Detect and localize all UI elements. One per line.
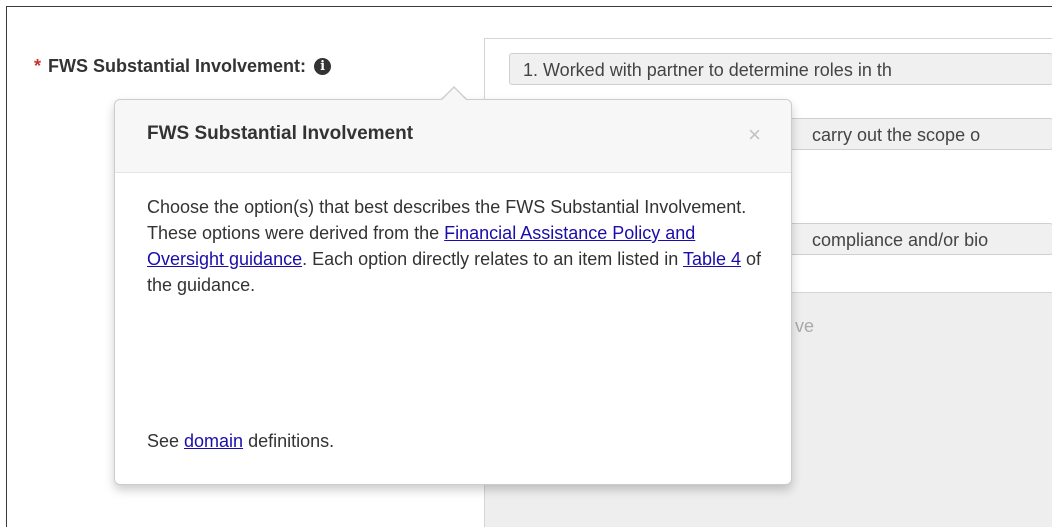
required-asterisk: * — [34, 55, 42, 76]
info-circle-icon[interactable]: i — [314, 57, 332, 75]
popover-footer: See domain definitions. — [147, 431, 334, 452]
popover-footer-text-1: See — [147, 431, 185, 451]
popover-footer-text-2: definitions. — [243, 431, 335, 451]
popover-title: FWS Substantial Involvement — [147, 123, 414, 144]
table-4-link[interactable]: Table 4 — [683, 249, 741, 269]
popover-arrow-inner — [441, 88, 467, 101]
selected-choice-1[interactable]: 1. Worked with partner to determine role… — [509, 53, 1052, 85]
help-popover: FWS Substantial Involvement × Choose the… — [114, 99, 792, 485]
domain-link[interactable]: domain — [184, 431, 243, 451]
close-icon[interactable]: × — [748, 122, 761, 148]
popover-header: FWS Substantial Involvement × — [115, 100, 791, 173]
field-label-substantial-involvement: * FWS Substantial Involvement: i — [34, 54, 332, 78]
select-search-placeholder[interactable]: ve — [795, 316, 814, 337]
popover-body: Choose the option(s) that best describes… — [147, 194, 767, 298]
field-label-text: FWS Substantial Involvement: — [48, 55, 307, 76]
popover-body-text-2: . Each option directly relates to an ite… — [302, 249, 683, 269]
